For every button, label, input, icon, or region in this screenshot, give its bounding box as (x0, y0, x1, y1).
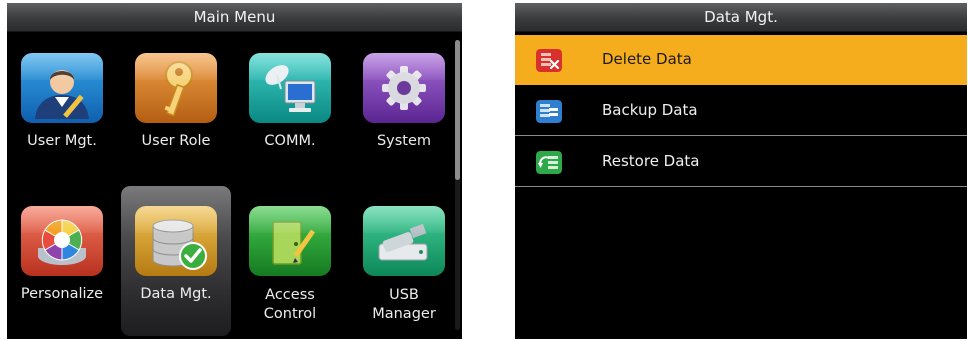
list-item-label: Delete Data (602, 50, 692, 68)
menu-item-label: Data Mgt. (140, 286, 212, 302)
menu-item-label: System (376, 133, 432, 149)
menu-item-system[interactable]: System (349, 33, 459, 183)
menu-item-label-line: Manager (372, 306, 436, 322)
database-check-icon (135, 206, 217, 276)
data-mgt-title: Data Mgt. (515, 3, 967, 32)
menu-item-label-line: Access (265, 287, 315, 303)
main-menu-screen: Main Menu User Mgt. User Role COMM. Syst… (7, 3, 462, 339)
menu-item-data-mgt[interactable]: Data Mgt. (121, 186, 231, 336)
list-item-backup-data[interactable]: Backup Data (515, 86, 967, 136)
satellite-computer-icon (249, 53, 331, 123)
usb-drive-icon (363, 206, 445, 276)
menu-item-personalize[interactable]: Personalize (7, 186, 117, 336)
gear-icon (363, 53, 445, 123)
list-item-restore-data[interactable]: Restore Data (515, 137, 967, 187)
menu-item-label: COMM. (264, 133, 316, 149)
list-item-delete-data[interactable]: Delete Data (515, 35, 967, 85)
key-icon (135, 53, 217, 123)
door-pencil-icon (249, 206, 331, 276)
menu-item-label: User Mgt. (27, 133, 97, 149)
main-menu-grid: User Mgt. User Role COMM. System Persona… (7, 33, 462, 339)
list-item-label: Backup Data (602, 101, 698, 119)
menu-item-label-line: Control (263, 306, 317, 322)
backup-data-icon (536, 100, 562, 123)
menu-item-comm[interactable]: COMM. (235, 33, 345, 183)
menu-item-label-line: USB (389, 287, 419, 303)
menu-item-user-role[interactable]: User Role (121, 33, 231, 183)
menu-item-label: User Role (141, 133, 211, 149)
scrollbar-thumb[interactable] (455, 40, 460, 180)
menu-item-usb-manager[interactable]: USB Manager (349, 186, 459, 336)
color-wheel-icon (21, 206, 103, 276)
main-menu-title: Main Menu (7, 3, 462, 32)
menu-item-access-control[interactable]: Access Control (235, 186, 345, 336)
user-icon (21, 53, 103, 123)
menu-item-label: USB Manager (341, 286, 462, 324)
menu-item-label: Access Control (227, 286, 353, 324)
menu-item-label: Personalize (20, 286, 104, 302)
delete-data-icon (536, 49, 562, 72)
data-mgt-screen: Data Mgt. Delete Data Backup Data Restor… (515, 3, 967, 339)
scrollbar[interactable] (455, 40, 460, 330)
menu-item-user-mgt[interactable]: User Mgt. (7, 33, 117, 183)
restore-data-icon (536, 151, 562, 174)
list-item-label: Restore Data (602, 152, 700, 170)
